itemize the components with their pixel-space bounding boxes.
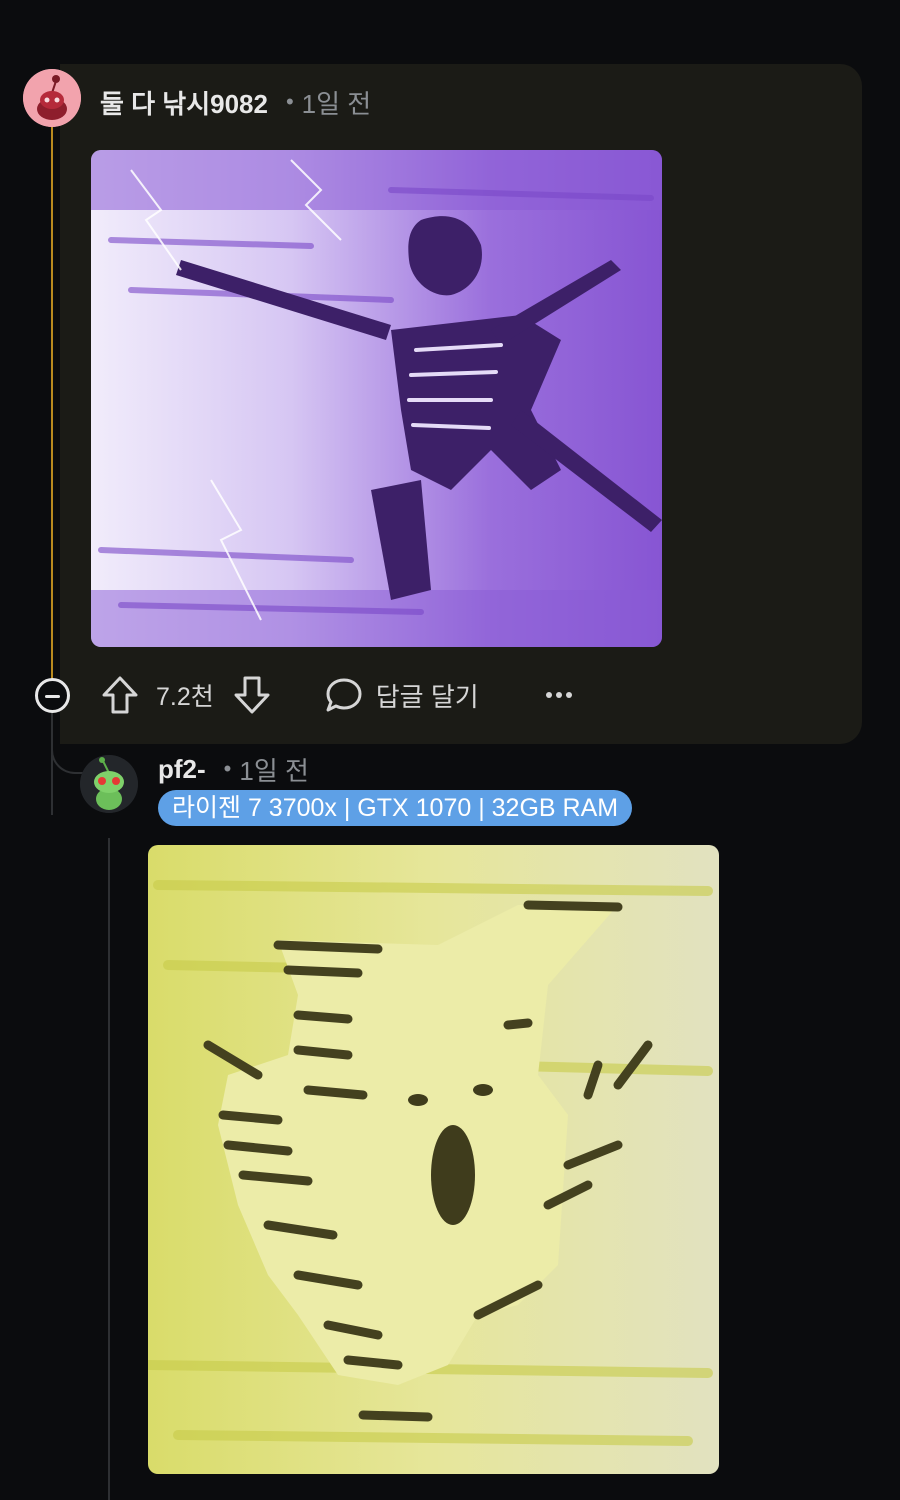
lightning-skeleton-image xyxy=(91,150,662,647)
reply-thread-line[interactable] xyxy=(108,838,110,1500)
timestamp: 1일 전 xyxy=(301,88,372,119)
ellipsis-icon xyxy=(545,692,572,698)
username[interactable]: pf2- xyxy=(158,754,206,785)
upvote-arrow-icon xyxy=(102,676,138,714)
comment-thread: 둘 다 낚시9082 • 1일 전 7.2천 답글 달기 pf2- • 1일 전… xyxy=(0,0,900,1500)
downvote-arrow-icon xyxy=(234,676,270,714)
collapse-thread-button[interactable] xyxy=(35,678,70,713)
comment-bubble-icon xyxy=(326,678,362,712)
comment-header: 둘 다 낚시9082 • 1일 전 xyxy=(100,82,371,122)
avatar[interactable] xyxy=(23,69,81,127)
more-options-button[interactable] xyxy=(539,672,579,718)
snoo-avatar-icon xyxy=(80,755,138,813)
user-flair: 라이젠 7 3700x | GTX 1070 | 32GB RAM xyxy=(158,790,633,826)
screaming-figure-image xyxy=(148,845,719,1474)
comment-actions: 7.2천 답글 달기 xyxy=(100,672,579,718)
upvote-button[interactable] xyxy=(100,672,140,718)
separator-dot: • xyxy=(285,89,294,114)
avatar[interactable] xyxy=(80,755,138,813)
downvote-button[interactable] xyxy=(232,672,272,718)
separator-dot: • xyxy=(223,756,232,781)
timestamp: 1일 전 xyxy=(239,755,309,786)
snoo-avatar-icon xyxy=(23,69,81,127)
reply-label: 답글 달기 xyxy=(375,681,479,712)
comment-image[interactable] xyxy=(148,845,719,1474)
comment-image[interactable] xyxy=(91,150,662,647)
comment-header: pf2- • 1일 전 xyxy=(158,750,309,788)
reply-button[interactable]: 답글 달기 xyxy=(324,675,479,715)
reply-connector xyxy=(51,712,87,774)
vote-count: 7.2천 xyxy=(156,683,214,711)
username[interactable]: 둘 다 낚시9082 xyxy=(100,84,268,121)
thread-line-active[interactable] xyxy=(51,126,53,746)
